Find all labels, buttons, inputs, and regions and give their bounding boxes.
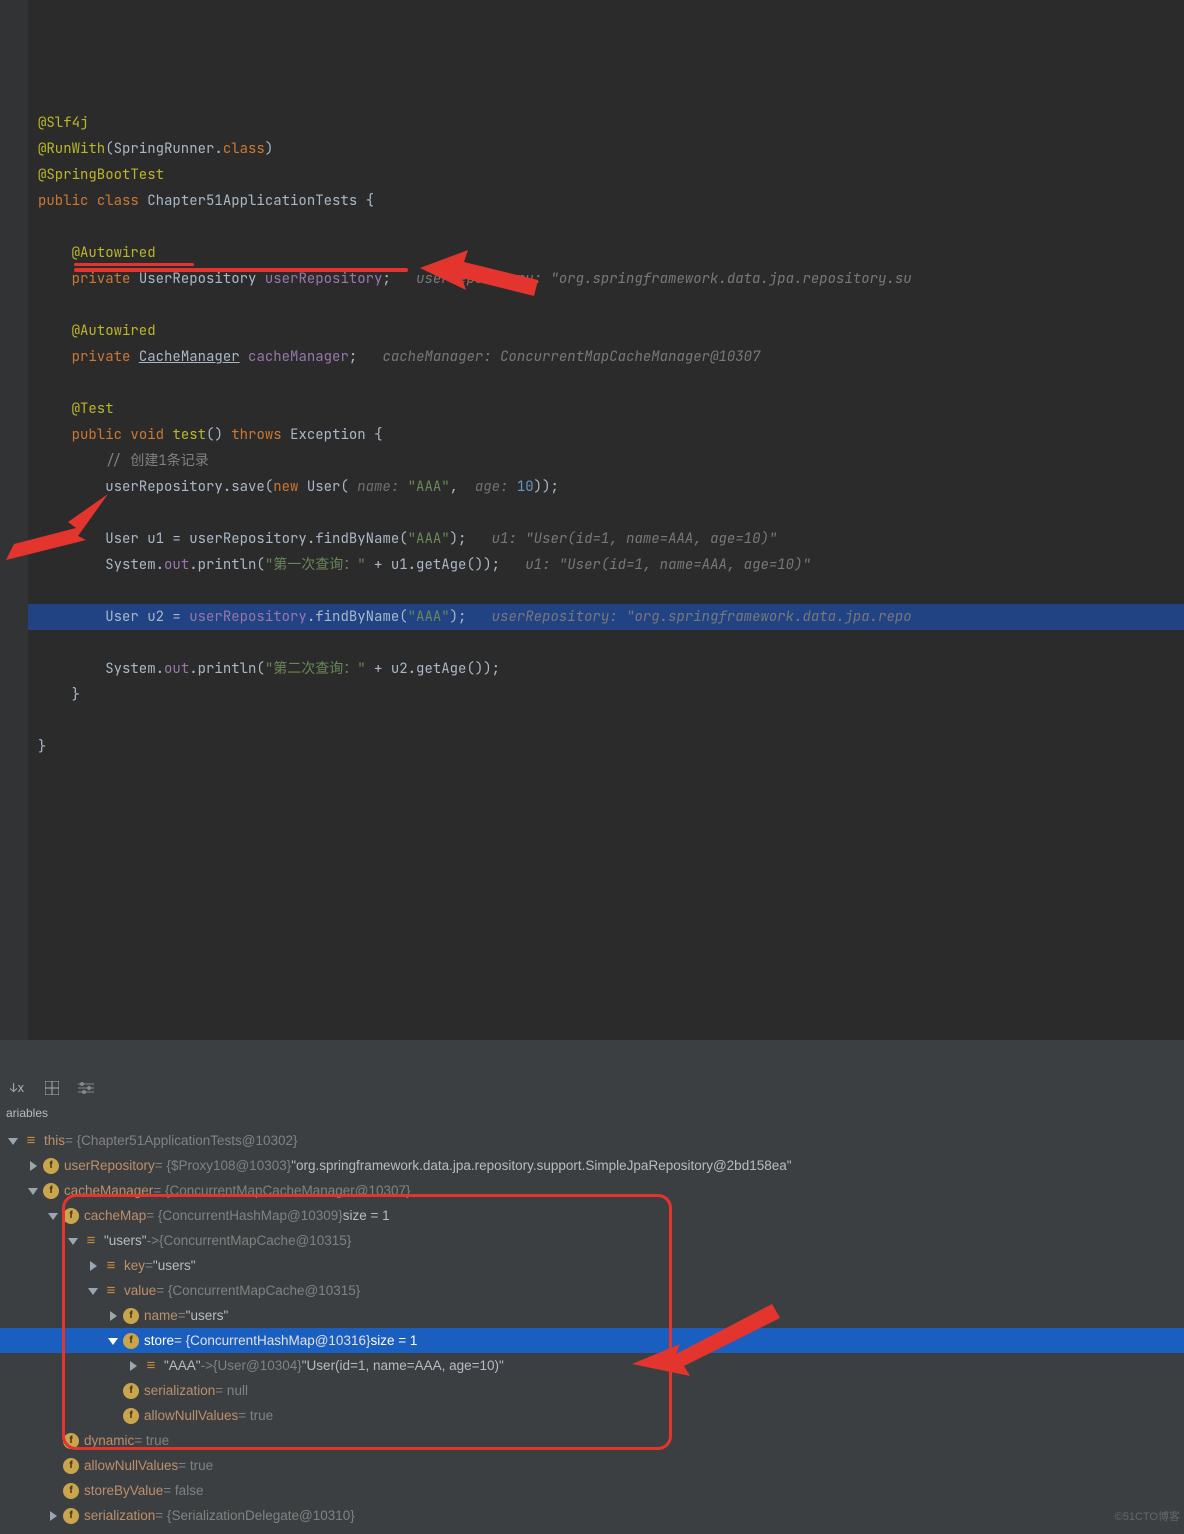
method-decl: public void test() throws Exception { — [72, 426, 383, 444]
svg-text:↓x: ↓x — [10, 1080, 24, 1096]
object-icon: ≡ — [23, 1133, 39, 1149]
inlay-hint: u1: "User(id=1, name=AAA, age=10)" — [525, 556, 811, 574]
tree-row-this[interactable]: ≡ this = {Chapter51ApplicationTests@1030… — [0, 1128, 1184, 1153]
field-icon: f — [43, 1158, 59, 1174]
statement: System.out.println("第一次查询：" + u1.getAge(… — [105, 556, 811, 574]
field-icon: f — [123, 1383, 139, 1399]
collapse-icon[interactable] — [46, 1509, 60, 1523]
arrow-icon — [0, 494, 120, 564]
tree-row-allownull[interactable]: f allowNullValues = true — [0, 1403, 1184, 1428]
statement: User u1 = userRepository.findByName("AAA… — [105, 530, 777, 548]
collapse-icon[interactable] — [26, 1159, 40, 1173]
tree-row-name[interactable]: f name = "users" — [0, 1303, 1184, 1328]
comment: // 创建1条记录 — [105, 452, 209, 470]
brace-close: } — [38, 686, 80, 704]
collapse-icon[interactable] — [86, 1259, 100, 1273]
expand-icon[interactable] — [66, 1234, 80, 1248]
code-area[interactable]: @Slf4j @RunWith(SpringRunner.class) @Spr… — [38, 84, 1184, 786]
watermark: ©51CTO博客 — [1115, 1505, 1180, 1530]
annotation: @SpringBootTest — [38, 166, 164, 184]
tree-row-serialization[interactable]: f serialization = null — [0, 1378, 1184, 1403]
tree-row-serialization2[interactable]: f serialization = {SerializationDelegate… — [0, 1503, 1184, 1528]
variables-panel[interactable]: ≡ this = {Chapter51ApplicationTests@1030… — [0, 1124, 1184, 1534]
field-icon: f — [123, 1308, 139, 1324]
statement: System.out.println("第二次查询：" + u2.getAge(… — [105, 660, 500, 678]
tree-row-cachemanager[interactable]: f cacheManager = {ConcurrentMapCacheMana… — [0, 1178, 1184, 1203]
object-icon: ≡ — [103, 1258, 119, 1274]
tree-row-userrepository[interactable]: f userRepository = {$Proxy108@10303} "or… — [0, 1153, 1184, 1178]
annotation: @RunWith(SpringRunner.class) — [38, 140, 273, 158]
field-icon: f — [123, 1408, 139, 1424]
expand-icon[interactable] — [86, 1284, 100, 1298]
tree-row-key[interactable]: ≡ key = "users" — [0, 1253, 1184, 1278]
field-icon: f — [63, 1483, 79, 1499]
variables-panel-title: ariables — [0, 1102, 1184, 1124]
statement: userRepository.save(new User( name: "AAA… — [105, 478, 559, 496]
settings-icon[interactable] — [78, 1080, 94, 1096]
expand-icon[interactable] — [46, 1209, 60, 1223]
inlay-hint: userRepository: "org.springframework.dat… — [492, 608, 912, 626]
field-icon: f — [63, 1458, 79, 1474]
field-icon: f — [123, 1333, 139, 1349]
table-icon[interactable] — [44, 1080, 60, 1096]
panel-separator[interactable] — [0, 1040, 1184, 1074]
expand-icon[interactable] — [6, 1134, 20, 1148]
field-icon: f — [63, 1208, 79, 1224]
evaluate-icon[interactable]: ↓x — [10, 1080, 26, 1096]
field-icon: f — [63, 1433, 79, 1449]
tree-row-storebyvalue[interactable]: f storeByValue = false — [0, 1478, 1184, 1503]
field-icon: f — [43, 1183, 59, 1199]
object-icon: ≡ — [103, 1283, 119, 1299]
annotation: @Autowired — [72, 322, 156, 340]
expand-icon[interactable] — [106, 1334, 120, 1348]
tree-row-users-entry[interactable]: ≡ "users" -> {ConcurrentMapCache@10315} — [0, 1228, 1184, 1253]
annotation: @Test — [72, 400, 114, 418]
field-icon: f — [63, 1508, 79, 1524]
annotation: @Slf4j — [38, 114, 88, 132]
arrow-icon — [632, 1304, 782, 1394]
collapse-icon[interactable] — [106, 1309, 120, 1323]
tree-row-dynamic[interactable]: f dynamic = true — [0, 1428, 1184, 1453]
current-line: User u2 = userRepository.findByName("AAA… — [0, 604, 1184, 630]
debug-toolbar[interactable]: ↓x — [0, 1074, 1184, 1102]
arrow-icon — [420, 248, 550, 308]
annotation: @Autowired — [72, 244, 156, 262]
collapse-icon[interactable] — [126, 1359, 140, 1373]
class-decl: public class Chapter51ApplicationTests { — [38, 192, 374, 210]
object-icon: ≡ — [143, 1358, 159, 1374]
brace-close: } — [38, 738, 46, 756]
tree-row-value[interactable]: ≡ value = {ConcurrentMapCache@10315} — [0, 1278, 1184, 1303]
inlay-hint: cacheManager: ConcurrentMapCacheManager@… — [382, 348, 760, 366]
tree-row-cachemap[interactable]: f cacheMap = {ConcurrentHashMap@10309} s… — [0, 1203, 1184, 1228]
inlay-hint: u1: "User(id=1, name=AAA, age=10)" — [492, 530, 778, 548]
object-icon: ≡ — [83, 1233, 99, 1249]
tree-row-store[interactable]: f store = {ConcurrentHashMap@10316} size… — [0, 1328, 1184, 1353]
field-decl: private CacheManager cacheManager; cache… — [72, 348, 761, 366]
tree-row-aaa[interactable]: ≡ "AAA" -> {User@10304} "User(id=1, name… — [0, 1353, 1184, 1378]
expand-icon[interactable] — [26, 1184, 40, 1198]
tree-row-allownull2[interactable]: f allowNullValues = true — [0, 1453, 1184, 1478]
annotation-underline — [74, 268, 408, 272]
code-editor[interactable]: @Slf4j @RunWith(SpringRunner.class) @Spr… — [0, 0, 1184, 1040]
annotation-underline — [74, 263, 194, 266]
